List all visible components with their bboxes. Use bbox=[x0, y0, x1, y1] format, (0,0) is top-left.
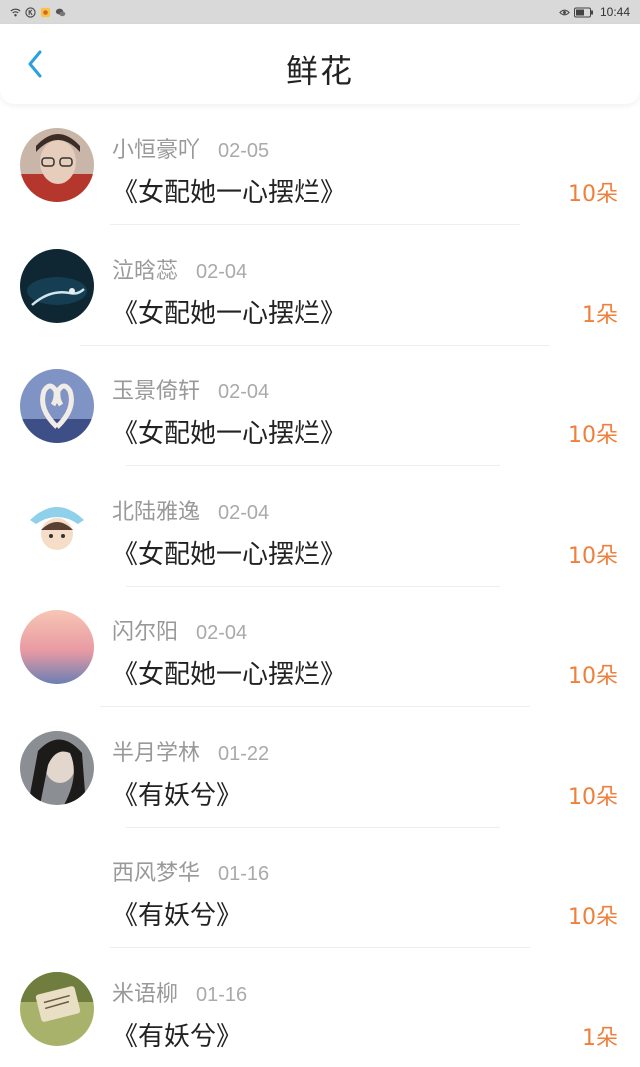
item-date: 01-16 bbox=[218, 863, 270, 885]
flower-count: 10朵 bbox=[568, 182, 618, 207]
book-title[interactable]: 《女配她一心摆烂》 bbox=[112, 293, 346, 330]
avatar[interactable] bbox=[20, 489, 94, 564]
user-name[interactable]: 米语柳 bbox=[112, 976, 178, 1008]
status-bar-left bbox=[10, 6, 66, 18]
eye-icon bbox=[559, 9, 570, 15]
item-meta: 米语柳 01-16 bbox=[112, 976, 247, 1008]
item-meta: 北陆雅逸 02-04 bbox=[112, 494, 269, 526]
flower-count: 10朵 bbox=[568, 423, 618, 448]
avatar-image bbox=[20, 248, 94, 323]
avatar[interactable] bbox=[20, 369, 94, 443]
item-date: 01-22 bbox=[218, 742, 270, 765]
app-icon bbox=[40, 7, 51, 17]
item-date: 02-04 bbox=[218, 381, 270, 403]
user-name[interactable]: 小恒豪吖 bbox=[112, 132, 200, 164]
book-title[interactable]: 《有妖兮》 bbox=[112, 775, 242, 812]
avatar-image bbox=[20, 971, 94, 1046]
book-title[interactable]: 《女配她一心摆烂》 bbox=[112, 534, 346, 571]
header-bar: 鲜花 bbox=[0, 24, 640, 104]
avatar[interactable] bbox=[20, 730, 94, 805]
item-meta: 玉景倚轩 02-04 bbox=[112, 373, 269, 405]
flower-list: 小恒豪吖 02-05 《女配她一心摆烂》 10朵 泣晗蕊 02-04 《女配她一… bbox=[0, 104, 640, 1067]
wifi-icon bbox=[10, 8, 21, 16]
item-meta: 泣晗蕊 02-04 bbox=[112, 253, 247, 285]
avatar-image bbox=[20, 730, 94, 805]
avatar-image bbox=[20, 610, 94, 684]
item-meta: 西风梦华 01-16 bbox=[112, 855, 269, 887]
flower-count: 10朵 bbox=[568, 543, 618, 569]
list-item[interactable]: 西风梦华 01-16 《有妖兮》 10朵 bbox=[0, 827, 640, 948]
item-meta: 小恒豪吖 02-05 bbox=[112, 132, 269, 164]
status-bar: 10:44 bbox=[0, 0, 640, 24]
list-item[interactable]: 玉景倚轩 02-04 《女配她一心摆烂》 10朵 bbox=[0, 345, 640, 466]
wechat-icon bbox=[55, 8, 66, 16]
book-title[interactable]: 《女配她一心摆烂》 bbox=[112, 654, 346, 691]
avatar-image bbox=[20, 369, 94, 443]
avatar[interactable] bbox=[20, 610, 94, 684]
avatar-image bbox=[20, 128, 94, 202]
avatar-image bbox=[20, 851, 94, 925]
battery-icon bbox=[573, 7, 593, 17]
avatar[interactable] bbox=[20, 971, 94, 1046]
book-title[interactable]: 《女配她一心摆烂》 bbox=[112, 413, 346, 450]
item-date: 01-16 bbox=[196, 983, 248, 1006]
item-date: 02-04 bbox=[196, 260, 248, 283]
avatar[interactable] bbox=[20, 128, 94, 202]
list-item[interactable]: 泣晗蕊 02-04 《女配她一心摆烂》 1朵 bbox=[0, 225, 640, 346]
k-circle-icon bbox=[25, 6, 36, 18]
user-name[interactable]: 闪尔阳 bbox=[112, 614, 178, 646]
flower-count: 10朵 bbox=[568, 905, 618, 930]
book-title[interactable]: 《女配她一心摆烂》 bbox=[112, 172, 346, 209]
list-item[interactable]: 北陆雅逸 02-04 《女配她一心摆烂》 10朵 bbox=[0, 466, 640, 587]
avatar-image bbox=[20, 489, 94, 564]
item-date: 02-05 bbox=[218, 140, 270, 162]
status-bar-right: 10:44 bbox=[559, 5, 630, 19]
flower-count: 1朵 bbox=[582, 302, 618, 328]
user-name[interactable]: 泣晗蕊 bbox=[112, 253, 178, 285]
avatar[interactable] bbox=[20, 248, 94, 323]
book-title[interactable]: 《有妖兮》 bbox=[112, 1016, 242, 1053]
item-meta: 闪尔阳 02-04 bbox=[112, 614, 247, 646]
item-date: 02-04 bbox=[196, 622, 248, 644]
item-meta: 半月学林 01-22 bbox=[112, 735, 269, 767]
list-item[interactable]: 半月学林 01-22 《有妖兮》 10朵 bbox=[0, 707, 640, 828]
item-date: 02-04 bbox=[218, 501, 270, 524]
avatar[interactable] bbox=[20, 851, 94, 925]
flower-count: 10朵 bbox=[568, 784, 618, 810]
user-name[interactable]: 半月学林 bbox=[112, 735, 200, 767]
list-item[interactable]: 小恒豪吖 02-05 《女配她一心摆烂》 10朵 bbox=[0, 104, 640, 225]
user-name[interactable]: 西风梦华 bbox=[112, 855, 200, 887]
user-name[interactable]: 北陆雅逸 bbox=[112, 494, 200, 526]
list-item[interactable]: 闪尔阳 02-04 《女配她一心摆烂》 10朵 bbox=[0, 586, 640, 707]
flower-count: 10朵 bbox=[568, 664, 618, 689]
status-time: 10:44 bbox=[599, 5, 630, 19]
book-title[interactable]: 《有妖兮》 bbox=[112, 895, 242, 932]
list-item[interactable]: 米语柳 01-16 《有妖兮》 1朵 bbox=[0, 948, 640, 1067]
page-title: 鲜花 bbox=[285, 52, 354, 90]
user-name[interactable]: 玉景倚轩 bbox=[112, 373, 200, 405]
flower-count: 1朵 bbox=[582, 1025, 618, 1051]
